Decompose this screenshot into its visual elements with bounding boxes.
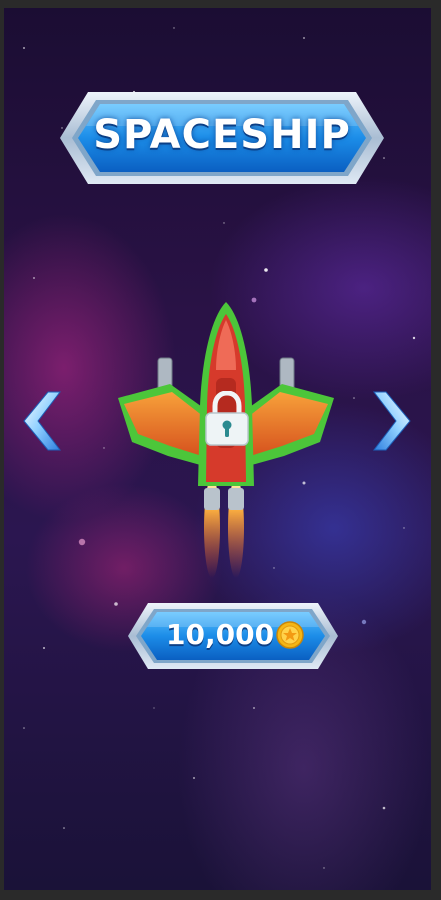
- window-frame: SPACESHIP 10,000: [0, 0, 441, 900]
- title-banner: SPACESHIP: [58, 90, 386, 186]
- gold-coin-icon: [276, 621, 304, 649]
- padlock-icon: [205, 391, 249, 446]
- price-label: 10,000: [166, 618, 275, 651]
- chevron-left-icon: [23, 391, 62, 451]
- screen-title: SPACESHIP: [93, 112, 351, 158]
- game-screen: SPACESHIP 10,000: [4, 8, 431, 890]
- previous-ship-button[interactable]: [22, 390, 62, 452]
- next-ship-button[interactable]: [372, 390, 412, 452]
- chevron-right-icon: [372, 391, 411, 451]
- unlock-price-button[interactable]: 10,000: [126, 601, 340, 671]
